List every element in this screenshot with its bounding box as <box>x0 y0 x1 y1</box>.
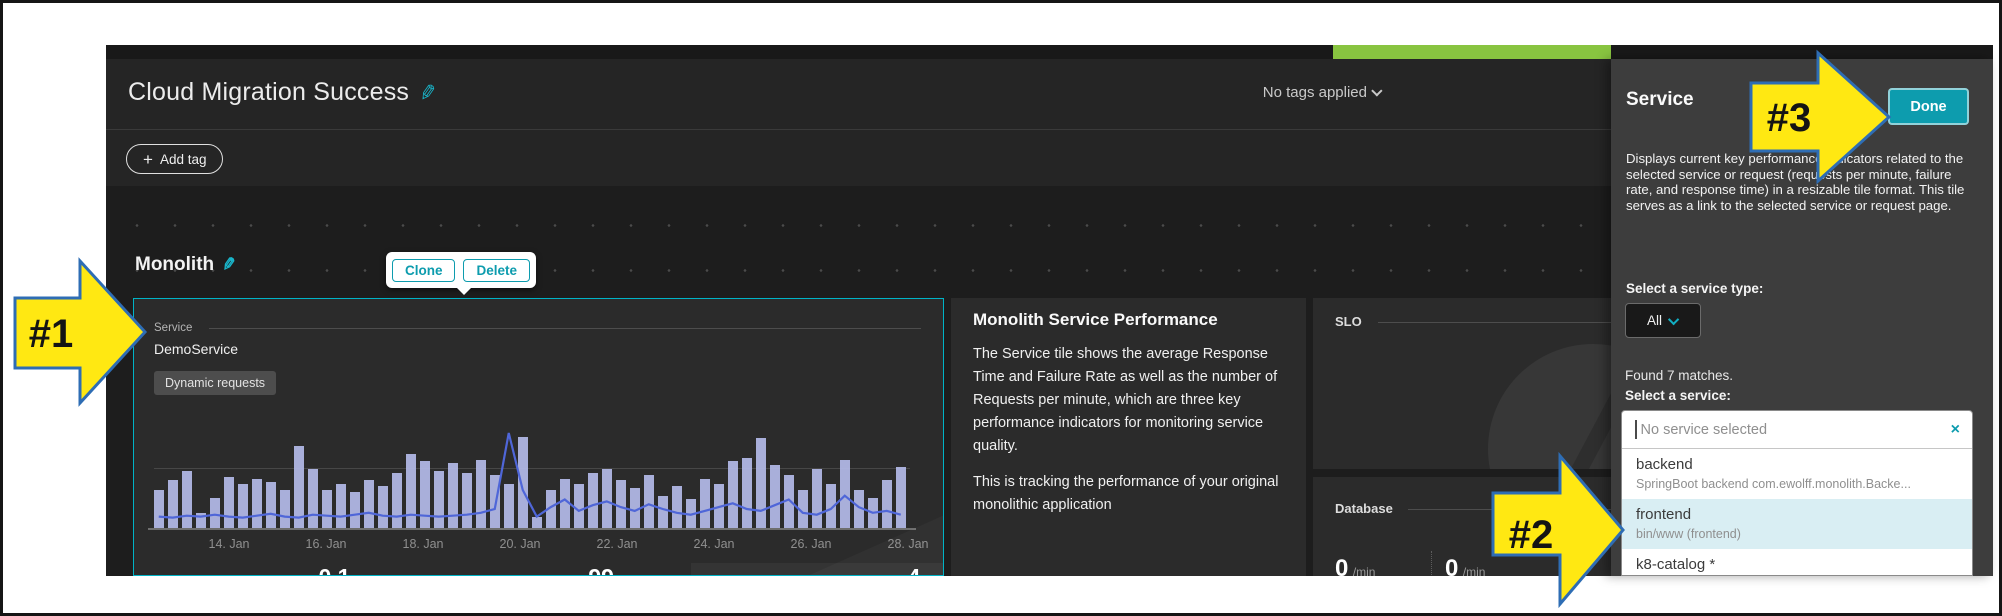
statements-value: 0 <box>1445 555 1458 576</box>
dashboard-area: Cloud Migration Success✎ No tags applied… <box>106 59 1611 576</box>
failed-requests-value: 4 <box>908 564 921 576</box>
section-title: Monolith✎ <box>135 254 236 276</box>
service-item-detail: bin/www (frontend) <box>1636 527 1958 541</box>
statements-unit: /min <box>1463 565 1486 576</box>
service-chart: 14. Jan16. Jan18. Jan20. Jan22. Jan24. J… <box>154 299 910 528</box>
markdown-paragraph-2: This is tracking the performance of your… <box>973 471 1284 517</box>
slo-tile-label: SLO <box>1335 314 1362 329</box>
slo-tile[interactable]: SLO <box>1313 298 1611 469</box>
service-list: backend SpringBoot backend com.ewolff.mon… <box>1622 449 1972 576</box>
tags-dropdown[interactable]: No tags applied <box>1263 84 1383 101</box>
chevron-down-icon <box>1371 85 1382 96</box>
x-axis-tick-label: 24. Jan <box>693 537 734 551</box>
x-axis-tick-label: 26. Jan <box>790 537 831 551</box>
requests-value: 99 <box>588 564 614 576</box>
dashboard-titlebar: Cloud Migration Success✎ No tags applied <box>106 59 1611 130</box>
chevron-down-icon <box>1668 313 1679 324</box>
tile-config-panel: Service Done Displays current key perfor… <box>1611 59 1993 576</box>
dashboard-title: Cloud Migration Success✎ <box>128 78 437 107</box>
add-tag-button[interactable]: +Add tag <box>126 144 223 174</box>
service-item-name: frontend <box>1636 506 1958 523</box>
service-type-label: Select a service type: <box>1626 281 1763 296</box>
plus-icon: + <box>143 151 153 168</box>
green-progress-bar <box>1333 45 1611 59</box>
database-tile[interactable]: Database 0 /min Transactions 0 /min Stat… <box>1313 477 1611 576</box>
top-strip <box>106 45 1993 59</box>
failed-requests-metric: 4% Failed requests <box>774 564 934 576</box>
tile-actions-popup: Clone Delete <box>386 252 536 288</box>
service-search-input[interactable] <box>1639 421 1951 439</box>
metric-divider <box>1431 551 1432 576</box>
tags-dropdown-label: No tags applied <box>1263 84 1367 101</box>
requests-unit: /min <box>617 574 640 576</box>
statements-metric: 0 /min Statements <box>1445 555 1511 576</box>
divider <box>1378 322 1611 323</box>
x-axis-tick-label: 22. Jan <box>596 537 637 551</box>
service-list-item[interactable]: frontend bin/www (frontend) <box>1622 499 1972 549</box>
delete-button[interactable]: Delete <box>463 259 530 282</box>
chart-baseline <box>148 528 916 530</box>
markdown-tile[interactable]: Monolith Service Performance The Service… <box>951 298 1306 576</box>
edit-section-pencil-icon[interactable]: ✎ <box>221 254 239 276</box>
service-item-name: k8-catalog * <box>1636 556 1958 573</box>
dashboard-canvas: Monolith✎ Clone Delete Service DemoServi… <box>106 186 1611 576</box>
service-search-row: × <box>1622 411 1972 449</box>
x-axis-tick-label: 16. Jan <box>305 537 346 551</box>
screenshot-frame: Cloud Migration Success✎ No tags applied… <box>0 0 2002 616</box>
failed-requests-unit: % <box>923 574 934 576</box>
service-item-name: backend <box>1636 456 1958 473</box>
chart-response-line <box>154 299 910 528</box>
response-time-metric: 0.1ms Response Time <box>264 564 424 576</box>
markdown-paragraph-1: The Service tile shows the average Respo… <box>973 343 1284 458</box>
requests-metric: 99/min Requests <box>534 564 694 576</box>
panel-title: Service <box>1626 89 1694 111</box>
annotation-label-1: #1 <box>29 312 74 356</box>
x-axis-tick-label: 18. Jan <box>402 537 443 551</box>
transactions-unit: /min <box>1353 565 1376 576</box>
transactions-value: 0 <box>1335 555 1348 576</box>
database-tile-label: Database <box>1335 501 1393 516</box>
clone-button[interactable]: Clone <box>392 259 456 282</box>
select-service-label: Select a service: <box>1625 388 1731 403</box>
panel-description: Displays current key performance indicat… <box>1626 151 1975 213</box>
response-time-value: 0.1 <box>319 564 351 576</box>
service-list-item[interactable]: k8-catalog * <box>1622 549 1972 576</box>
dashboard-toolbar: +Add tag <box>106 131 1611 186</box>
service-item-detail: SpringBoot backend com.ewolff.monolith.B… <box>1636 477 1958 491</box>
edit-title-pencil-icon[interactable]: ✎ <box>417 80 439 108</box>
service-type-value: All <box>1647 313 1662 328</box>
service-list-item[interactable]: backend SpringBoot backend com.ewolff.mon… <box>1622 449 1972 499</box>
service-type-dropdown[interactable]: All <box>1625 303 1701 338</box>
x-axis-tick-label: 20. Jan <box>499 537 540 551</box>
text-caret <box>1635 420 1637 439</box>
markdown-tile-title: Monolith Service Performance <box>973 310 1284 330</box>
service-tile[interactable]: Service DemoService Dynamic requests 14.… <box>133 298 944 576</box>
clear-icon[interactable]: × <box>1951 422 1960 438</box>
matches-count: Found 7 matches. <box>1625 368 1733 383</box>
done-button[interactable]: Done <box>1888 88 1969 125</box>
divider <box>1408 509 1611 510</box>
transactions-metric: 0 /min Transactions <box>1335 555 1409 576</box>
service-combobox: × backend SpringBoot backend com.ewolff.m… <box>1621 410 1973 576</box>
x-axis-tick-label: 14. Jan <box>208 537 249 551</box>
response-time-unit: ms <box>353 574 369 576</box>
